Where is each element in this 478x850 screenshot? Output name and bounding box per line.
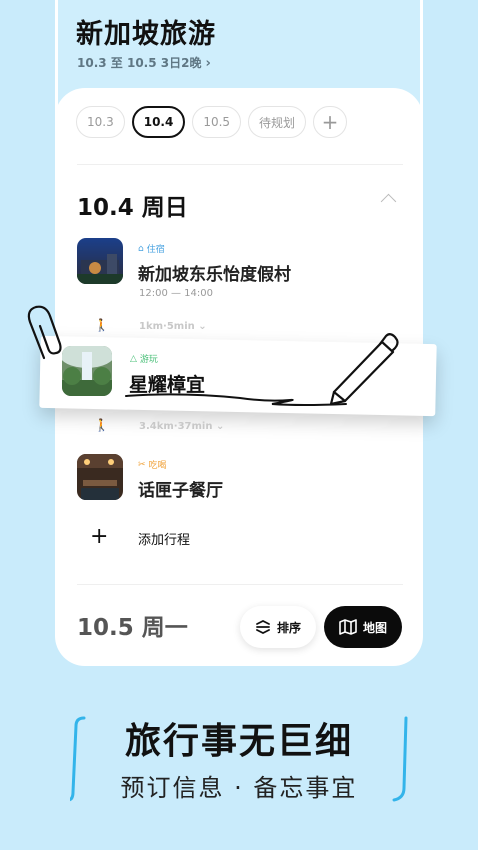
route-distance-text: 3.4km·37min: [139, 421, 213, 432]
map-label: 地图: [362, 620, 387, 635]
underline-scribble: [125, 393, 347, 406]
route-distance[interactable]: 3.4km·37min ⌄: [139, 421, 224, 432]
add-itinerary-button[interactable]: 添加行程: [138, 529, 190, 548]
map-button[interactable]: 地图: [324, 606, 402, 648]
category-badge: ✂ 吃喝: [138, 458, 167, 472]
sort-icon: [256, 620, 270, 634]
restaurant-photo[interactable]: [77, 454, 123, 500]
walking-icon: 🚶: [94, 418, 109, 432]
sort-label: 排序: [276, 620, 301, 635]
pen-icon: [329, 333, 399, 406]
next-day-heading: 10.5 周一: [77, 615, 188, 641]
promo-subtitle: 预订信息 · 备忘事宜: [120, 774, 358, 802]
paperclip-icon: [27, 305, 62, 360]
category-label: 吃喝: [148, 461, 167, 471]
utensils-icon: ✂: [138, 459, 146, 470]
divider: [77, 584, 403, 585]
map-icon: [339, 619, 357, 635]
promo-title: 旅行事无巨细: [124, 721, 353, 762]
plus-icon[interactable]: +: [90, 524, 108, 549]
sort-button[interactable]: 排序: [240, 606, 316, 648]
place-name[interactable]: 话匣子餐厅: [138, 476, 223, 501]
